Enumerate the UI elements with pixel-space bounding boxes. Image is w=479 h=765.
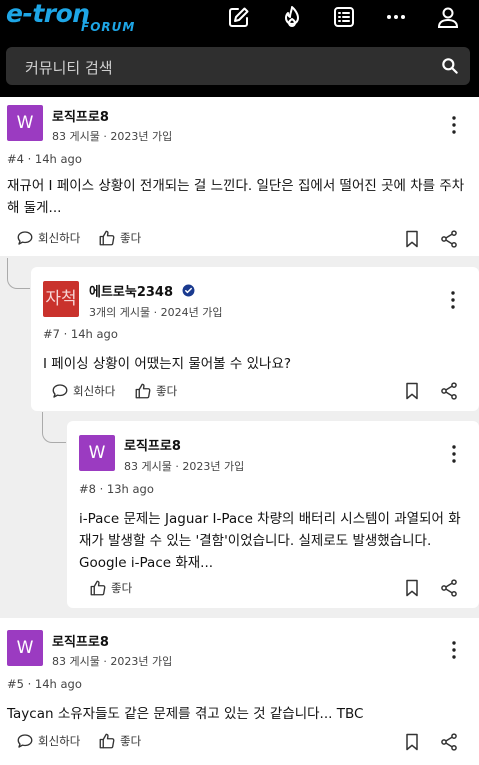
avatar[interactable]: W <box>79 435 115 471</box>
logo-sub-text: FORUM <box>81 20 136 34</box>
username[interactable]: 로직프로8 <box>124 435 181 454</box>
thread-connector <box>7 258 30 289</box>
more-icon[interactable] <box>383 4 409 30</box>
thread-connector <box>42 412 66 443</box>
comment-icon <box>17 231 33 245</box>
like-button[interactable]: 좋다 <box>134 382 177 400</box>
bookmark-icon[interactable] <box>402 578 422 598</box>
like-button[interactable]: 좋다 <box>98 732 141 750</box>
bookmark-icon[interactable] <box>402 229 422 249</box>
comment-icon <box>17 734 33 748</box>
post-body: I 페이싱 상황이 어땠는지 물어볼 수 있나요? <box>43 356 292 372</box>
post-meta[interactable]: #5 · 14h ago <box>7 677 82 691</box>
bookmark-icon[interactable] <box>402 381 422 401</box>
like-label: 좋다 <box>156 384 178 398</box>
like-label: 좋다 <box>120 734 142 748</box>
avatar[interactable]: W <box>7 105 43 141</box>
share-icon[interactable] <box>439 381 459 401</box>
logo-main-text: e-tron <box>6 0 90 28</box>
reply-button[interactable]: 회신하다 <box>51 382 115 400</box>
thumbs-up-icon <box>99 230 115 246</box>
post-meta[interactable]: #7 · 14h ago <box>43 327 118 341</box>
post-body: i-Pace 문제는 Jaguar I-Pace 차량의 배터리 시스템이 과열… <box>79 511 461 571</box>
like-label: 좋다 <box>120 231 142 245</box>
search-icon[interactable] <box>440 56 460 76</box>
list-icon[interactable] <box>331 4 357 30</box>
username[interactable]: 로직프로8 <box>52 631 109 650</box>
post-body: Taycan 소유자들도 같은 문제를 겪고 있는 것 같습니다... TBC <box>7 706 364 722</box>
post-options-icon[interactable] <box>448 444 460 464</box>
verified-badge-icon <box>182 284 195 297</box>
username: 에트로눅2348 <box>89 285 174 300</box>
like-button[interactable]: 좋다 <box>98 229 141 247</box>
search-input[interactable]: 커뮤니티 검색 <box>25 57 113 78</box>
thumbs-up-icon <box>135 383 151 399</box>
reply-label: 회신하다 <box>38 231 81 245</box>
post-options-icon[interactable] <box>448 115 460 135</box>
user-meta: 3개의 게시물 · 2024년 가입 <box>89 306 223 319</box>
post-options-icon[interactable] <box>448 640 460 660</box>
user-meta: 83 게시물 · 2023년 가입 <box>52 130 173 143</box>
reply-label: 회신하다 <box>73 384 116 398</box>
thumbs-up-icon <box>90 580 106 596</box>
post-meta[interactable]: #8 · 13h ago <box>79 482 154 496</box>
bookmark-icon[interactable] <box>402 732 422 752</box>
username[interactable]: 로직프로8 <box>52 106 109 125</box>
site-logo[interactable]: e-tron FORUM <box>6 0 134 34</box>
avatar[interactable]: W <box>7 630 43 666</box>
avatar-text: 자척 <box>45 289 77 309</box>
thumbs-up-icon <box>99 733 115 749</box>
share-icon[interactable] <box>439 578 459 598</box>
user-meta: 83 게시물 · 2023년 가입 <box>52 655 173 668</box>
avatar[interactable]: 자척 <box>43 281 79 317</box>
user-icon[interactable] <box>435 4 461 30</box>
like-label: 좋다 <box>111 581 133 595</box>
post-card: W 로직프로8 83 게시물 · 2023년 가입 #8 · 13h ago i… <box>67 421 479 608</box>
post-card: W 로직프로8 83 게시물 · 2023년 가입 #5 · 14h ago T… <box>0 618 479 765</box>
reply-button[interactable]: 회신하다 <box>16 732 80 750</box>
search-bar[interactable]: 커뮤니티 검색 <box>6 47 470 85</box>
post-card: 자척 에트로눅2348 3개의 게시물 · 2024년 가입 #7 · 14h … <box>31 267 479 411</box>
reply-label: 회신하다 <box>38 734 81 748</box>
user-meta: 83 게시물 · 2023년 가입 <box>124 460 245 473</box>
share-icon[interactable] <box>439 732 459 752</box>
post-card: W 로직프로8 83 게시물 · 2023년 가입 #4 · 14h ago 재… <box>0 97 479 256</box>
username-row[interactable]: 에트로눅2348 <box>89 281 195 300</box>
flame-icon[interactable] <box>279 4 305 30</box>
post-body: 재규어 I 페이스 상황이 전개되는 걸 느낀다. 일단은 집에서 떨어진 곳에… <box>7 178 465 216</box>
top-header: e-tron FORUM 커뮤니티 검색 <box>0 0 479 97</box>
comment-icon <box>52 384 68 398</box>
post-options-icon[interactable] <box>447 290 459 310</box>
edit-icon[interactable] <box>226 4 252 30</box>
share-icon[interactable] <box>439 229 459 249</box>
like-button[interactable]: 좋다 <box>89 579 132 597</box>
post-meta[interactable]: #4 · 14h ago <box>7 152 82 166</box>
reply-button[interactable]: 회신하다 <box>16 229 80 247</box>
